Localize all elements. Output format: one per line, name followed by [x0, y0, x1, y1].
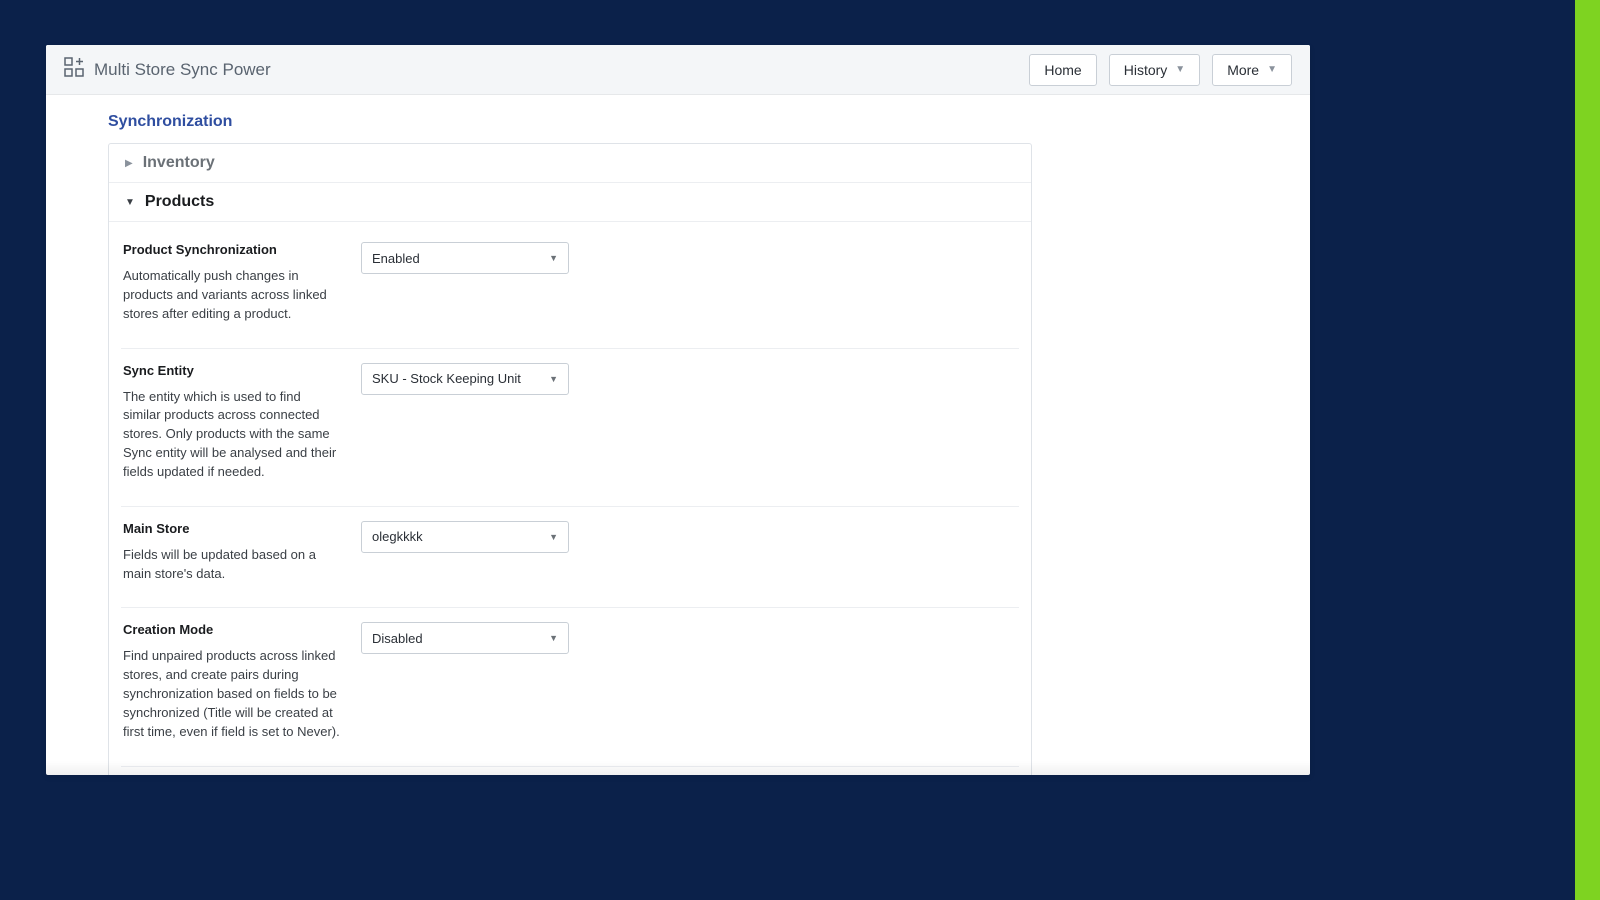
setting-desc: Fields will be updated based on a main s…: [123, 546, 341, 584]
section-products-body: Product Synchronization Automatically pu…: [109, 222, 1031, 775]
chevron-down-icon: ▼: [549, 633, 558, 643]
fields-sync-heading: Fields to be synchronized: [121, 767, 1019, 775]
topbar-actions: Home History ▼ More ▼: [1029, 54, 1292, 86]
apps-grid-icon: [64, 57, 84, 82]
content: Synchronization ▶ Inventory ▼ Products: [46, 95, 1310, 775]
setting-product-sync: Product Synchronization Automatically pu…: [121, 228, 1019, 349]
setting-creation-mode: Creation Mode Find unpaired products acr…: [121, 608, 1019, 766]
sync-entity-select[interactable]: SKU - Stock Keeping Unit ▼: [361, 363, 569, 395]
settings-panel: ▶ Inventory ▼ Products Product Synchroni…: [108, 143, 1032, 775]
chevron-right-icon: ▶: [125, 158, 133, 169]
section-products-label: Products: [145, 193, 214, 211]
setting-desc: The entity which is used to find similar…: [123, 388, 341, 482]
select-value: olegkkkk: [372, 529, 423, 544]
select-value: Enabled: [372, 251, 420, 266]
creation-mode-select[interactable]: Disabled ▼: [361, 622, 569, 654]
chevron-down-icon: ▼: [1175, 64, 1185, 75]
chevron-down-icon: ▼: [1267, 64, 1277, 75]
brand: Multi Store Sync Power: [64, 57, 271, 82]
main-store-select[interactable]: olegkkkk ▼: [361, 521, 569, 553]
section-inventory-header[interactable]: ▶ Inventory: [109, 144, 1031, 183]
setting-title: Sync Entity: [123, 363, 341, 378]
setting-main-store: Main Store Fields will be updated based …: [121, 507, 1019, 609]
page-title: Synchronization: [108, 113, 1016, 131]
setting-title: Product Synchronization: [123, 242, 341, 257]
history-button[interactable]: History ▼: [1109, 54, 1200, 86]
more-button-label: More: [1227, 62, 1259, 78]
chevron-down-icon: ▼: [549, 253, 558, 263]
app-title: Multi Store Sync Power: [94, 60, 271, 80]
product-sync-select[interactable]: Enabled ▼: [361, 242, 569, 274]
chevron-down-icon: ▼: [549, 374, 558, 384]
app-window: Multi Store Sync Power Home History ▼ Mo…: [46, 45, 1310, 775]
setting-title: Main Store: [123, 521, 341, 536]
home-button-label: Home: [1044, 62, 1081, 78]
setting-desc: Find unpaired products across linked sto…: [123, 647, 341, 741]
select-value: SKU - Stock Keeping Unit: [372, 371, 521, 386]
section-inventory-label: Inventory: [143, 154, 215, 172]
setting-title: Creation Mode: [123, 622, 341, 637]
more-button[interactable]: More ▼: [1212, 54, 1292, 86]
decorative-stripe: [1575, 0, 1600, 900]
setting-desc: Automatically push changes in products a…: [123, 267, 341, 324]
history-button-label: History: [1124, 62, 1168, 78]
setting-sync-entity: Sync Entity The entity which is used to …: [121, 349, 1019, 507]
topbar: Multi Store Sync Power Home History ▼ Mo…: [46, 45, 1310, 95]
chevron-down-icon: ▼: [549, 532, 558, 542]
section-products-header[interactable]: ▼ Products: [109, 183, 1031, 222]
chevron-down-icon: ▼: [125, 197, 135, 208]
select-value: Disabled: [372, 631, 423, 646]
home-button[interactable]: Home: [1029, 54, 1096, 86]
